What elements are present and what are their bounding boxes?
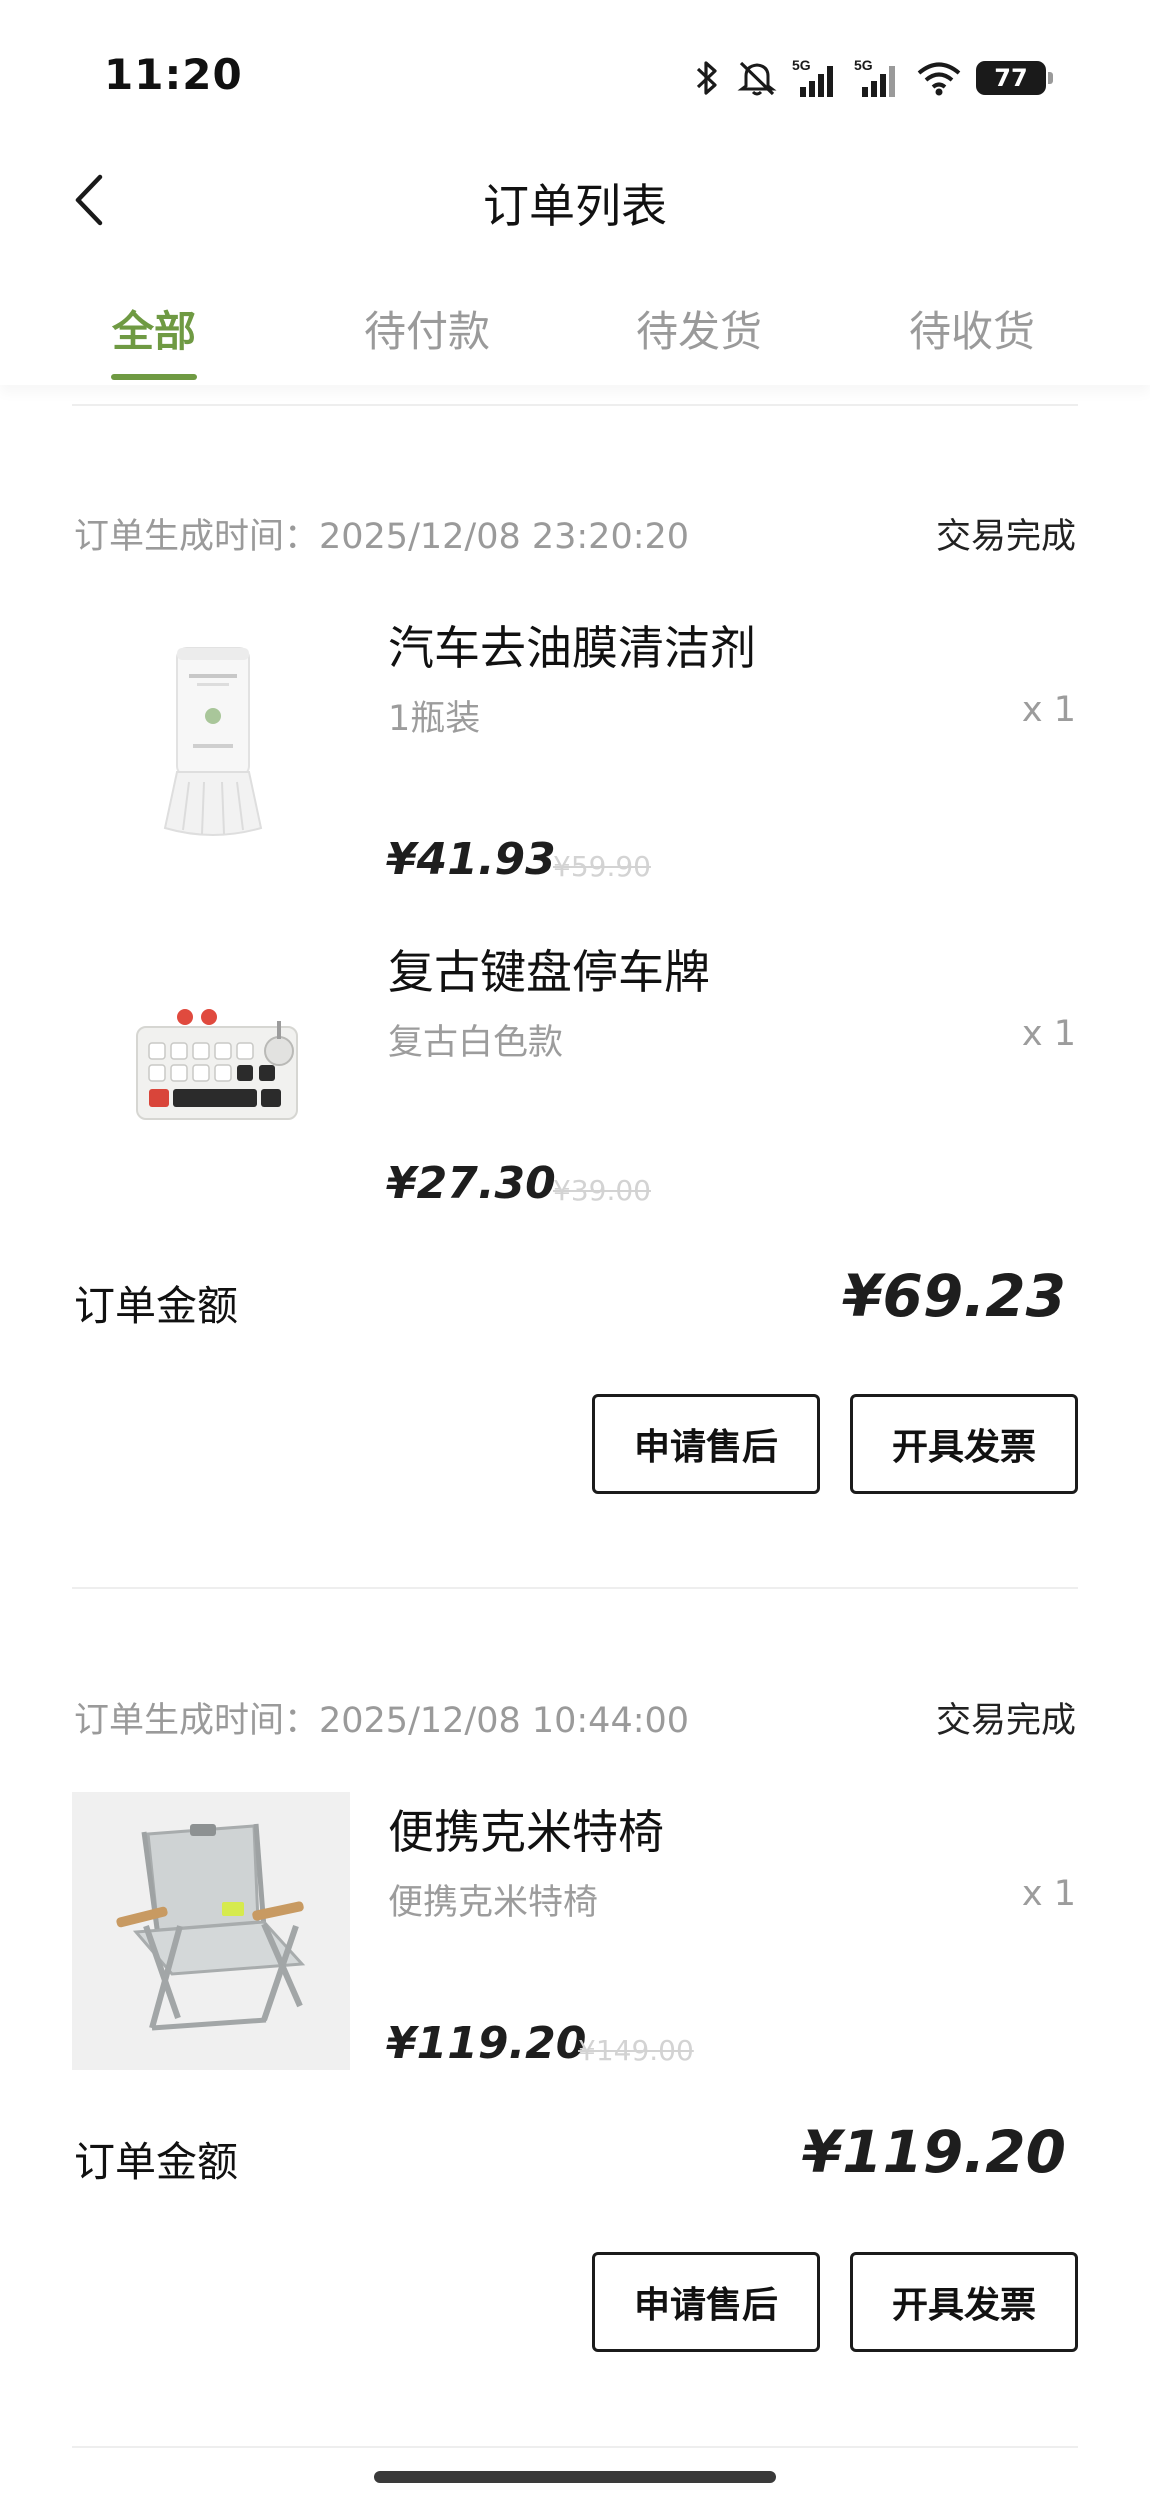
divider — [72, 404, 1078, 406]
product-price: ¥119.20 — [386, 2018, 587, 2069]
order-time: 订单生成时间：2025/12/08 23:20:20 — [74, 517, 690, 557]
product-price: ¥27.30 — [386, 1158, 556, 1209]
order-status: 交易完成 — [935, 1701, 1076, 1741]
status-time: 11:20 — [104, 50, 243, 99]
order-tabs: 全部 待付款 待发货 待收货 — [0, 280, 1150, 385]
after-sales-button[interactable]: 申请售后 — [592, 2252, 820, 2352]
order-item[interactable]: 汽车去油膜清洁剂 1瓶装 x 1 ¥41.93 ¥59.90 — [0, 608, 1150, 928]
tab-pending-receipt[interactable]: 待收货 — [872, 298, 1072, 359]
order-total-label: 订单金额 — [74, 2138, 238, 2186]
product-image[interactable] — [72, 932, 350, 1210]
product-spec: 1瓶装 — [388, 699, 481, 739]
product-price: ¥41.93 — [386, 834, 556, 885]
signal-label-2: 5G — [854, 57, 873, 73]
product-spec: 便携克米特椅 — [388, 1883, 599, 1923]
product-spec: 复古白色款 — [388, 1023, 564, 1063]
invoice-button[interactable]: 开具发票 — [850, 2252, 1078, 2352]
product-original-price: ¥149.00 — [578, 2034, 694, 2067]
product-quantity: x 1 — [1021, 1874, 1076, 1914]
order-total-amount: ¥119.20 — [801, 2118, 1066, 2186]
signal-5g-icon: 5G — [854, 57, 902, 99]
tab-active-indicator — [111, 374, 197, 380]
signal-5g-icon: 5G — [792, 57, 840, 99]
header: 订单列表 — [0, 150, 1150, 260]
home-indicator[interactable] — [374, 2471, 776, 2483]
page-title: 订单列表 — [483, 179, 667, 233]
tab-all[interactable]: 全部 — [54, 298, 254, 359]
battery-icon: 77 — [976, 61, 1053, 95]
product-original-price: ¥39.00 — [553, 1174, 651, 1207]
product-quantity: x 1 — [1021, 690, 1076, 730]
product-image[interactable] — [72, 1792, 350, 2070]
product-original-price: ¥59.90 — [553, 850, 651, 883]
product-name: 汽车去油膜清洁剂 — [388, 621, 756, 675]
battery-level: 77 — [994, 64, 1028, 92]
order-total-amount: ¥69.23 — [842, 1262, 1066, 1330]
after-sales-button[interactable]: 申请售后 — [592, 1394, 820, 1494]
order-status: 交易完成 — [935, 517, 1076, 557]
product-name: 复古键盘停车牌 — [388, 945, 710, 999]
status-bar: 11:20 5G 5G 77 — [0, 0, 1150, 150]
divider — [72, 2446, 1078, 2448]
invoice-button[interactable]: 开具发票 — [850, 1394, 1078, 1494]
order-item[interactable]: 便携克米特椅 便携克米特椅 x 1 ¥119.20 ¥149.00 — [0, 1792, 1150, 2112]
product-name: 便携克米特椅 — [388, 1805, 664, 1859]
order-item[interactable]: 复古键盘停车牌 复古白色款 x 1 ¥27.30 ¥39.00 — [0, 932, 1150, 1252]
tab-pending-payment[interactable]: 待付款 — [327, 298, 527, 359]
order-time: 订单生成时间：2025/12/08 10:44:00 — [74, 1701, 690, 1741]
wifi-icon — [916, 58, 962, 98]
product-quantity: x 1 — [1021, 1014, 1076, 1054]
mute-icon — [736, 58, 778, 98]
product-image[interactable] — [72, 608, 350, 886]
divider — [72, 1587, 1078, 1589]
status-icons: 5G 5G 77 — [692, 56, 1053, 100]
order-total-label: 订单金额 — [74, 1282, 238, 1330]
tab-pending-shipment[interactable]: 待发货 — [599, 298, 799, 359]
signal-label-1: 5G — [792, 57, 811, 73]
bluetooth-icon — [692, 58, 722, 98]
